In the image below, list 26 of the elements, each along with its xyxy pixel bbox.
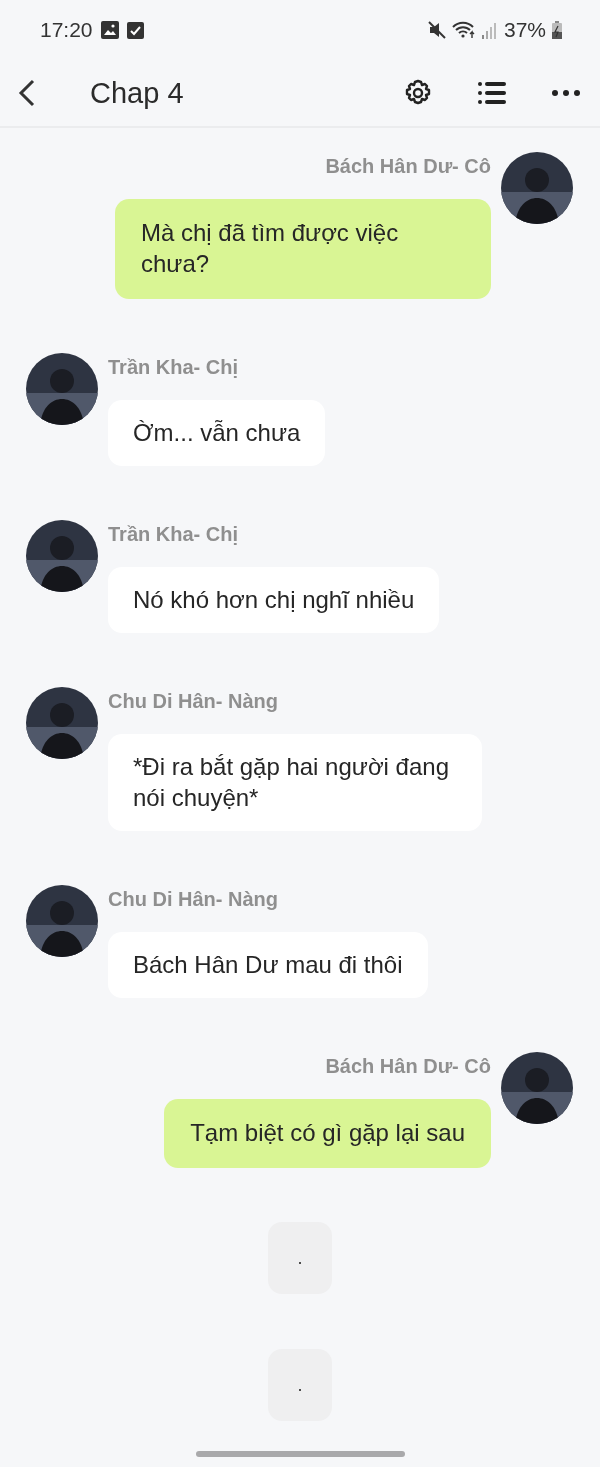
more-icon[interactable]: [552, 90, 580, 96]
message-bubble: .: [268, 1349, 332, 1421]
clock-time: 17:20: [40, 18, 93, 42]
mute-icon: [427, 21, 446, 39]
message-bubble: Nó khó hơn chị nghĩ nhiều: [108, 567, 440, 633]
sender-name: Trần Kha- Chị: [108, 522, 239, 546]
sender-name: Bách Hân Dư- Cô: [325, 154, 491, 178]
image-icon: [100, 21, 119, 39]
battery-icon: [552, 21, 562, 39]
sender-name: Trần Kha- Chị: [108, 355, 239, 379]
signal-icon: [481, 21, 498, 39]
sender-name: Bách Hân Dư- Cô: [325, 1054, 491, 1078]
sender-name: Chu Di Hân- Nàng: [108, 887, 279, 911]
battery-percent: 37%: [503, 18, 546, 42]
message-bubble: Ờm... vẫn chưa: [108, 400, 326, 466]
message-bubble: Mà chị đã tìm được việc chưa?: [115, 199, 491, 299]
wifi-icon: [451, 21, 476, 39]
message-bubble: Bách Hân Dư mau đi thôi: [108, 932, 428, 998]
back-icon[interactable]: [18, 79, 36, 107]
checkbox-icon: [126, 21, 144, 39]
sender-name: Chu Di Hân- Nàng: [108, 689, 279, 713]
message-bubble: Tạm biệt có gì gặp lại sau: [164, 1099, 491, 1168]
page-title: Chap 4: [90, 76, 185, 110]
message-bubble: .: [268, 1222, 332, 1294]
list-icon[interactable]: [478, 81, 506, 105]
message-bubble: *Đi ra bắt gặp hai người đang nói chuyện*: [108, 734, 482, 831]
